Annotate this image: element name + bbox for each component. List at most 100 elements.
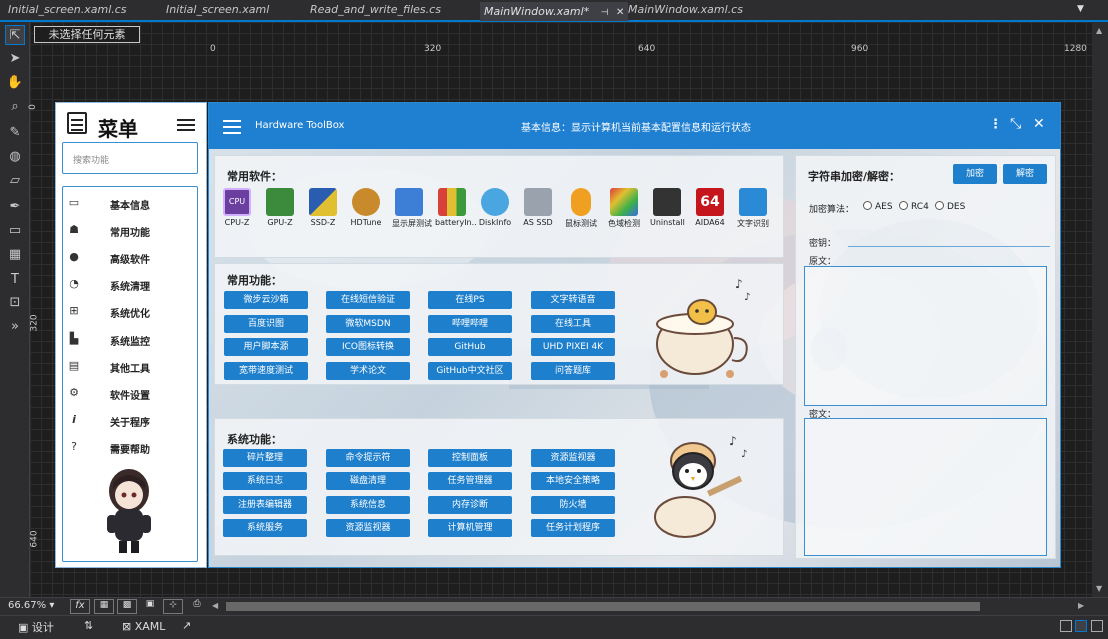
vertical-scrollbar[interactable]: ▲ ▼	[1092, 22, 1108, 597]
encrypt-button[interactable]: 加密	[953, 164, 997, 184]
pin-icon[interactable]: ⊣	[601, 8, 609, 18]
xaml-tab[interactable]: ⊠ XAML	[122, 620, 165, 633]
software-ssd-z[interactable]: SSD-Z	[306, 188, 340, 227]
fx-icon[interactable]: fx	[70, 599, 90, 614]
grid-toggle-icon[interactable]: ▦	[94, 599, 114, 614]
btn-weibu-sandbox[interactable]: 微步云沙箱	[224, 291, 308, 309]
scroll-down-icon[interactable]: ▼	[1096, 584, 1102, 593]
btn-control-panel[interactable]: 控制面板	[428, 449, 512, 467]
snap-lines-icon[interactable]: ⊹	[163, 599, 183, 614]
tab-initial-screen-cs[interactable]: Initial_screen.xaml.cs	[8, 3, 127, 20]
scroll-up-icon[interactable]: ▲	[1096, 26, 1102, 35]
hamburger-icon[interactable]	[177, 119, 195, 133]
hscroll-right-icon[interactable]: ▶	[1078, 601, 1084, 610]
radio-aes[interactable]: AES	[863, 201, 893, 212]
btn-text-to-speech[interactable]: 文字转语音	[531, 291, 615, 309]
pen-icon[interactable]: ✒	[5, 197, 25, 217]
close-tab-icon[interactable]: ✕	[616, 7, 624, 18]
rectangle-icon[interactable]: ▭	[5, 221, 25, 241]
hscroll-left-icon[interactable]: ◀	[212, 601, 218, 610]
software-gpu-z[interactable]: GPU-Z	[263, 188, 297, 227]
btn-qa-bank[interactable]: 问答题库	[531, 362, 615, 380]
ciphertext-textbox[interactable]	[804, 418, 1047, 556]
software-hdtune[interactable]: HDTune	[349, 188, 383, 227]
radio-rc4[interactable]: RC4	[899, 201, 929, 212]
checker-icon[interactable]: ▣	[142, 599, 158, 614]
btn-task-scheduler[interactable]: 任务计划程序	[531, 519, 615, 537]
btn-services[interactable]: 系统服务	[223, 519, 307, 537]
selection-tool-icon[interactable]: ⇱	[5, 25, 25, 45]
menu-item-other-tools[interactable]: ▤ 其他工具	[63, 355, 197, 377]
paint-bucket-icon[interactable]: ◍	[5, 147, 25, 167]
btn-resource-monitor-2[interactable]: 资源监视器	[326, 519, 410, 537]
btn-online-ps[interactable]: 在线PS	[428, 291, 512, 309]
software-uninstall[interactable]: Uninstall	[650, 188, 685, 227]
software-mouse-test[interactable]: 鼠标测试	[564, 188, 598, 229]
menu-item-basic-info[interactable]: ▭ 基本信息	[63, 192, 197, 214]
snap-grid-icon[interactable]: ▩	[117, 599, 137, 614]
btn-msdn[interactable]: 微软MSDN	[326, 315, 410, 333]
plaintext-textbox[interactable]	[804, 266, 1047, 406]
btn-speed-test[interactable]: 宽带速度测试	[224, 362, 308, 380]
btn-resource-monitor[interactable]: 资源监视器	[531, 449, 615, 467]
software-batteryinfo[interactable]: batteryIn..	[435, 188, 477, 227]
menu-item-system-monitor[interactable]: ▙ 系统监控	[63, 328, 197, 350]
btn-github-cn[interactable]: GitHub中文社区	[428, 362, 512, 380]
device-icon[interactable]: ⎙	[189, 599, 205, 614]
more-options-icon[interactable]: ⋮	[989, 117, 1002, 132]
swap-panes-icon[interactable]: ⇅	[84, 619, 93, 632]
btn-baidu-image[interactable]: 百度识图	[224, 315, 308, 333]
btn-github[interactable]: GitHub	[428, 338, 512, 356]
menu-item-system-clean[interactable]: ◔ 系统清理	[63, 273, 197, 295]
menu-item-about[interactable]: i 关于程序	[63, 409, 197, 431]
search-input[interactable]: 搜索功能	[62, 142, 198, 174]
eraser-icon[interactable]: ▱	[5, 171, 25, 191]
btn-regedit[interactable]: 注册表编辑器	[223, 496, 307, 514]
btn-firewall[interactable]: 防火墙	[531, 496, 615, 514]
menu-item-settings[interactable]: ⚙ 软件设置	[63, 382, 197, 404]
menu-item-system-optimize[interactable]: ⊞ 系统优化	[63, 300, 197, 322]
btn-computer-management[interactable]: 计算机管理	[428, 519, 512, 537]
software-diskinfo[interactable]: DiskInfo	[478, 188, 512, 227]
tab-mainwindow-cs[interactable]: MainWindow.xaml.cs	[628, 3, 743, 20]
app-hamburger-icon[interactable]	[223, 120, 241, 134]
software-ocr[interactable]: 文字识别	[736, 188, 770, 229]
software-aida64[interactable]: 64 AIDA64	[693, 188, 727, 227]
decrypt-button[interactable]: 解密	[1003, 164, 1047, 184]
software-as-ssd[interactable]: AS SSD	[521, 188, 555, 227]
btn-task-manager[interactable]: 任务管理器	[428, 472, 512, 490]
btn-bilibili[interactable]: 哔哩哔哩	[428, 315, 512, 333]
horizontal-scrollbar-thumb[interactable]	[226, 602, 980, 611]
btn-defrag[interactable]: 碎片整理	[223, 449, 307, 467]
minimize-icon[interactable]: ⤡	[1010, 116, 1021, 132]
eyedropper-icon[interactable]: ✎	[5, 123, 25, 143]
btn-user-scripts[interactable]: 用户脚本源	[224, 338, 308, 356]
radio-des[interactable]: DES	[935, 201, 965, 212]
design-tab[interactable]: ▣ 设计	[18, 619, 54, 635]
pointer-icon[interactable]: ➤	[5, 49, 25, 69]
popout-icon[interactable]: ↗	[182, 619, 191, 632]
grid-icon[interactable]: ▦	[5, 245, 25, 265]
btn-disk-cleanup[interactable]: 磁盘清理	[326, 472, 410, 490]
tab-read-write-files[interactable]: Read_and_write_files.cs	[310, 3, 441, 20]
software-display-test[interactable]: 显示屏测试	[392, 188, 432, 229]
key-input[interactable]	[848, 246, 1050, 247]
control-icon[interactable]: ⊡	[5, 293, 25, 313]
btn-ico-convert[interactable]: ICO图标转换	[326, 338, 410, 356]
more-tools-icon[interactable]: »	[5, 317, 25, 337]
menu-item-advanced-software[interactable]: ● 高级软件	[63, 246, 197, 268]
menu-item-help[interactable]: ? 需要帮助	[63, 436, 197, 458]
btn-system-info[interactable]: 系统信息	[326, 496, 410, 514]
btn-uhd-4k[interactable]: UHD PIXEI 4K	[531, 338, 615, 356]
btn-memory-diagnostic[interactable]: 内存诊断	[428, 496, 512, 514]
software-cpu-z[interactable]: CPU CPU-Z	[220, 188, 254, 227]
tab-initial-screen-xaml[interactable]: Initial_screen.xaml	[166, 3, 269, 20]
btn-sms-verify[interactable]: 在线短信验证	[326, 291, 410, 309]
software-color-gamut[interactable]: 色域检测	[607, 188, 641, 229]
btn-cmd[interactable]: 命令提示符	[326, 449, 410, 467]
text-tool-icon[interactable]: T	[5, 270, 25, 290]
menu-item-common-functions[interactable]: ☗ 常用功能	[63, 219, 197, 241]
pan-hand-icon[interactable]: ✋	[5, 73, 25, 93]
close-icon[interactable]: ✕	[1033, 116, 1045, 132]
split-horizontal-icon[interactable]	[1075, 620, 1087, 632]
